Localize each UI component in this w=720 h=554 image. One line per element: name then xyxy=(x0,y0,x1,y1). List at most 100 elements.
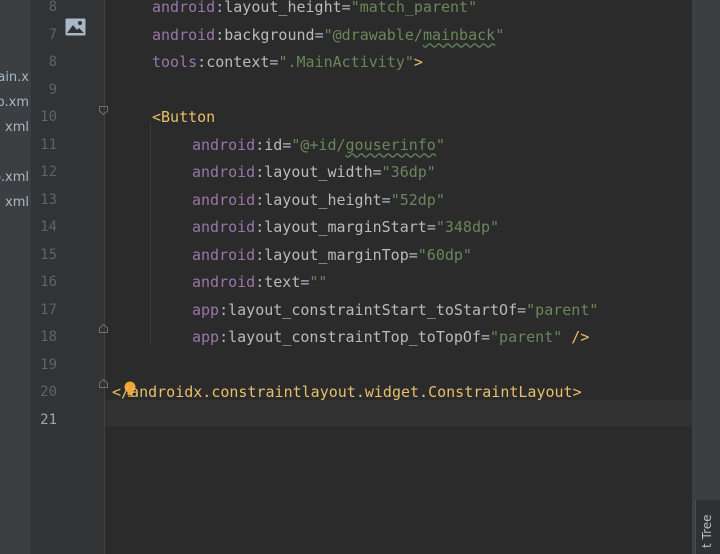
code-token: layout_height xyxy=(264,190,382,209)
project-file-item[interactable]: o.xml xyxy=(0,170,29,185)
code-token: android xyxy=(192,245,256,264)
code-token: "" xyxy=(309,273,328,291)
line-number: 16 xyxy=(40,274,57,290)
line-number: 8 xyxy=(48,0,57,15)
code-line[interactable]: android:layout_marginTop="60dp" xyxy=(192,245,472,265)
code-token: : xyxy=(255,190,265,209)
project-file-item[interactable]: xml xyxy=(5,195,29,210)
code-token: "parent" xyxy=(490,328,563,346)
line-number: 10 xyxy=(40,109,57,125)
project-panel: main.x fo.xm xml o.xml xml xyxy=(0,0,31,554)
code-token: <Button xyxy=(152,108,216,126)
code-token: = xyxy=(426,218,436,236)
code-token: /> xyxy=(562,328,590,346)
code-token: = xyxy=(341,0,351,16)
code-token: layout_height xyxy=(224,0,342,16)
code-token: android xyxy=(192,163,256,181)
code-token: android xyxy=(192,218,256,236)
code-token: : xyxy=(215,25,225,44)
right-tool-strip xyxy=(692,0,720,554)
line-number: 19 xyxy=(40,356,57,373)
code-token: "match_parent" xyxy=(350,0,478,16)
indent-guide xyxy=(150,122,151,344)
code-token: android xyxy=(192,273,256,291)
code-token: : xyxy=(255,218,265,236)
code-token: layout_constraintStart_toStartOf xyxy=(228,300,518,319)
component-tree-label: t Tree xyxy=(700,514,714,548)
code-line[interactable]: android:layout_width="36dp" xyxy=(192,162,436,182)
code-token: : xyxy=(255,163,265,181)
code-line[interactable]: android:layout_height="52dp" xyxy=(192,190,445,210)
code-token: layout_marginTop xyxy=(264,245,409,264)
code-line[interactable]: <Button xyxy=(152,107,215,127)
code-token: = xyxy=(372,163,382,181)
code-line[interactable]: android:layout_height="match_parent" xyxy=(152,0,477,17)
code-token: app xyxy=(192,300,220,319)
code-token: tools xyxy=(152,53,198,71)
code-token: = xyxy=(314,25,324,44)
code-token: "348dp" xyxy=(435,218,500,236)
code-token: </androidx.constraintlayout.widget.Const… xyxy=(112,383,582,401)
code-line[interactable]: android:background="@drawable/mainback" xyxy=(152,25,504,45)
current-line-highlight xyxy=(105,400,692,426)
line-number: 18 xyxy=(40,329,57,345)
line-number: 14 xyxy=(40,219,57,235)
code-token: = xyxy=(517,300,527,319)
fold-collapse-icon[interactable] xyxy=(99,106,108,115)
code-token: ".MainActivity" xyxy=(278,53,414,71)
code-token: " xyxy=(495,25,505,44)
code-token: = xyxy=(381,190,391,209)
line-number: 20 xyxy=(40,384,57,400)
code-token: : xyxy=(215,0,225,16)
line-number: 9 xyxy=(48,81,57,98)
code-token: android xyxy=(152,0,216,16)
line-number: 8 xyxy=(48,54,57,70)
code-token: android xyxy=(192,135,256,154)
code-token: android xyxy=(192,190,256,209)
component-tree-tab[interactable]: t Tree xyxy=(695,500,720,554)
code-line[interactable]: android:text="" xyxy=(192,272,327,292)
code-token: id xyxy=(264,135,283,154)
project-file-item[interactable]: main.x xyxy=(0,70,29,85)
code-token: android xyxy=(152,25,216,44)
code-token: gouserinfo xyxy=(345,135,436,154)
code-token: = xyxy=(408,245,418,264)
code-token: background xyxy=(224,25,315,44)
project-file-item[interactable]: fo.xm xyxy=(0,95,29,110)
code-token: "parent" xyxy=(526,300,599,319)
line-number: 21 xyxy=(40,411,57,428)
code-token: : xyxy=(219,328,229,346)
code-token: = xyxy=(282,135,292,154)
code-line[interactable]: app:layout_constraintTop_toTopOf="parent… xyxy=(192,327,589,347)
code-line[interactable]: app:layout_constraintStart_toStartOf="pa… xyxy=(192,300,598,320)
code-line[interactable]: tools:context=".MainActivity"> xyxy=(152,52,423,72)
code-token: : xyxy=(255,273,265,291)
code-token: app xyxy=(192,328,220,346)
code-token: = xyxy=(481,328,491,346)
code-token: " xyxy=(435,135,445,154)
code-token: layout_width xyxy=(264,163,373,181)
code-token: : xyxy=(255,245,265,264)
image-icon[interactable] xyxy=(65,18,86,36)
fold-end-icon[interactable] xyxy=(99,379,108,388)
code-line[interactable]: android:id="@+id/gouserinfo" xyxy=(192,135,445,155)
code-token: "52dp" xyxy=(390,190,445,209)
project-file-item[interactable]: xml xyxy=(5,120,29,135)
code-token: "60dp" xyxy=(417,245,472,264)
code-token: > xyxy=(413,53,423,71)
code-token: layout_constraintTop_toTopOf xyxy=(228,328,481,346)
line-number: 13 xyxy=(40,191,57,208)
code-token: "@+id/ xyxy=(291,135,346,154)
code-token: "@drawable/ xyxy=(323,25,423,44)
code-token: text xyxy=(264,273,301,291)
code-line[interactable]: android:layout_marginStart="348dp" xyxy=(192,217,499,237)
line-number: 17 xyxy=(40,301,57,318)
code-token: mainback xyxy=(422,25,496,44)
code-token: : xyxy=(219,300,229,319)
fold-end-icon[interactable] xyxy=(99,324,108,333)
line-number: 7 xyxy=(48,26,57,43)
code-token: context xyxy=(206,53,270,71)
code-line[interactable]: </androidx.constraintlayout.widget.Const… xyxy=(112,382,582,402)
code-token: "36dp" xyxy=(381,163,436,181)
line-number: 12 xyxy=(40,164,57,180)
